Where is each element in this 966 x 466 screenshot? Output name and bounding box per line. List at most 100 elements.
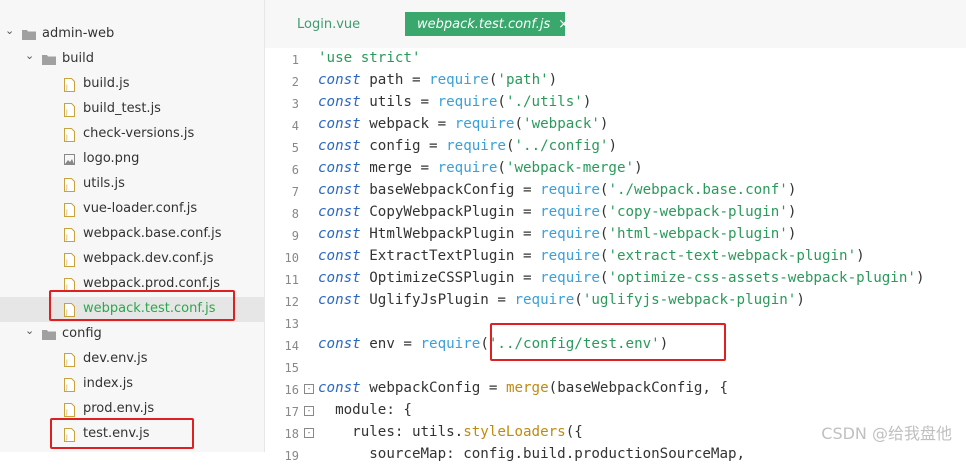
- code-token: require: [454, 116, 515, 132]
- code-line[interactable]: 16- const webpackConfig = merge(baseWebpa…: [265, 378, 966, 400]
- code-text: const utils = require('./utils'): [318, 94, 591, 110]
- line-number: 18: [284, 427, 299, 441]
- code-line[interactable]: 5 const config = require('../config'): [265, 136, 966, 158]
- tree-item-label: logo.png: [83, 151, 140, 166]
- code-token: require: [514, 292, 575, 308]
- code-token: OptimizeCSSPlugin =: [360, 270, 541, 286]
- tree-folder[interactable]: ⌄ admin-web: [0, 22, 264, 47]
- tree-folder[interactable]: ⌄ build: [0, 47, 264, 72]
- code-token: ): [608, 138, 617, 154]
- line-number: 10: [284, 251, 299, 265]
- tree-folder[interactable]: ⌄ config: [0, 322, 264, 347]
- code-token: 'path': [497, 72, 549, 88]
- js-file-icon: J: [64, 353, 75, 367]
- code-line[interactable]: 7 const baseWebpackConfig = require('./we…: [265, 180, 966, 202]
- code-text: const ExtractTextPlugin = require('extra…: [318, 248, 865, 264]
- code-line[interactable]: 9 const HtmlWebpackPlugin = require('html…: [265, 224, 966, 246]
- svg-text:J: J: [65, 384, 68, 391]
- folder-icon: [42, 330, 56, 340]
- code-token: baseWebpackConfig =: [360, 182, 541, 198]
- line-number: 16: [284, 383, 299, 397]
- code-token: webpackConfig =: [360, 380, 506, 396]
- tab-label: Login.vue: [297, 16, 361, 32]
- code-token: styleLoaders: [463, 424, 566, 440]
- code-token: ): [856, 248, 865, 264]
- tree-file[interactable]: Jindex.js: [0, 372, 264, 397]
- code-line[interactable]: 12 const UglifyJsPlugin = require('uglify…: [265, 290, 966, 312]
- code-line[interactable]: 10 const ExtractTextPlugin = require('ext…: [265, 246, 966, 268]
- svg-text:J: J: [65, 84, 68, 91]
- tree-item-label: vue-loader.conf.js: [83, 201, 198, 216]
- js-file-icon: J: [64, 228, 75, 242]
- code-token: utils =: [360, 94, 438, 110]
- fold-toggle-icon[interactable]: -: [304, 384, 314, 394]
- js-file-icon: J: [64, 128, 75, 142]
- code-token: './webpack.base.conf': [608, 182, 788, 198]
- code-token: CopyWebpackPlugin =: [360, 204, 541, 220]
- code-editor[interactable]: 1'use strict' 2 const path = require('path…: [265, 48, 966, 463]
- code-token: (: [480, 336, 489, 352]
- code-line[interactable]: 11 const OptimizeCSSPlugin = require('opt…: [265, 268, 966, 290]
- tree-file[interactable]: Jcheck-versions.js: [0, 122, 264, 147]
- tree-file[interactable]: Jbuild.js: [0, 72, 264, 97]
- code-line[interactable]: 8 const CopyWebpackPlugin = require('copy…: [265, 202, 966, 224]
- svg-text:J: J: [65, 359, 68, 366]
- code-token: require: [540, 182, 600, 198]
- code-text: const OptimizeCSSPlugin = require('optim…: [318, 270, 924, 286]
- code-line[interactable]: 19 sourceMap: config.build.productionSou…: [265, 444, 966, 466]
- code-token: merge: [505, 380, 549, 396]
- tree-file[interactable]: logo.png: [0, 147, 264, 172]
- image-file-icon: [64, 154, 75, 165]
- code-line[interactable]: 3 const utils = require('./utils'): [265, 92, 966, 114]
- code-token: const: [318, 72, 361, 88]
- code-token: sourceMap: config.build.productionSource…: [318, 446, 746, 462]
- chevron-down-icon[interactable]: ⌄: [5, 24, 14, 37]
- close-icon[interactable]: ×: [558, 17, 569, 32]
- tab-webpack-test-conf[interactable]: webpack.test.conf.js ×: [405, 12, 569, 36]
- tree-file[interactable]: Jutils.js: [0, 172, 264, 197]
- code-token: const: [318, 94, 361, 110]
- tree-file[interactable]: Jwebpack.dev.conf.js: [0, 247, 264, 272]
- tree-item-label: check-versions.js: [83, 126, 195, 141]
- code-line[interactable]: 1 'use strict': [265, 48, 966, 70]
- chevron-down-icon[interactable]: ⌄: [25, 324, 34, 337]
- js-file-icon: J: [64, 78, 75, 92]
- line-number: 15: [284, 361, 299, 375]
- fold-toggle-icon[interactable]: -: [304, 406, 314, 416]
- js-file-icon: J: [64, 203, 75, 217]
- tree-file[interactable]: Jbuild_test.js: [0, 97, 264, 122]
- code-token: const: [318, 380, 361, 396]
- code-token: const: [318, 204, 361, 220]
- code-line[interactable]: 17- module: {: [265, 400, 966, 422]
- code-token: (baseWebpackConfig, {: [548, 380, 729, 396]
- tree-file[interactable]: Jdev.env.js: [0, 347, 264, 372]
- code-token: require: [437, 160, 498, 176]
- code-text: const merge = require('webpack-merge'): [318, 160, 643, 176]
- tree-item-label: utils.js: [83, 176, 125, 191]
- tree-item-label: webpack.dev.conf.js: [83, 251, 214, 266]
- tree-file[interactable]: Jwebpack.base.conf.js: [0, 222, 264, 247]
- code-line[interactable]: 4 const webpack = require('webpack'): [265, 114, 966, 136]
- file-explorer: ⌄ admin-web ⌄ build Jbuild.js Jbuild_test.js J…: [0, 0, 265, 452]
- js-file-icon: J: [64, 178, 75, 192]
- code-text: const CopyWebpackPlugin = require('copy-…: [318, 204, 796, 220]
- fold-toggle-icon[interactable]: -: [304, 428, 314, 438]
- tree-file[interactable]: Jvue-loader.conf.js: [0, 197, 264, 222]
- code-token: env =: [360, 336, 421, 352]
- code-line[interactable]: 6 const merge = require('webpack-merge'): [265, 158, 966, 180]
- tab-login-vue[interactable]: Login.vue: [297, 12, 360, 36]
- code-token: ): [582, 94, 592, 110]
- chevron-down-icon[interactable]: ⌄: [25, 49, 34, 62]
- code-line[interactable]: 2 const path = require('path'): [265, 70, 966, 92]
- code-token: require: [437, 94, 498, 110]
- js-file-icon: J: [64, 378, 75, 392]
- code-token: (: [514, 116, 524, 132]
- highlight-env-require: [490, 323, 726, 361]
- line-number: 14: [284, 339, 299, 353]
- tree-item-label: build: [62, 51, 94, 66]
- code-token: 'html-webpack-plugin': [608, 226, 788, 242]
- code-text: const HtmlWebpackPlugin = require('html-…: [318, 226, 796, 242]
- code-text: const config = require('../config'): [318, 138, 617, 154]
- code-token: config =: [360, 138, 447, 154]
- code-token: 'uglifyjs-webpack-plugin': [582, 292, 797, 308]
